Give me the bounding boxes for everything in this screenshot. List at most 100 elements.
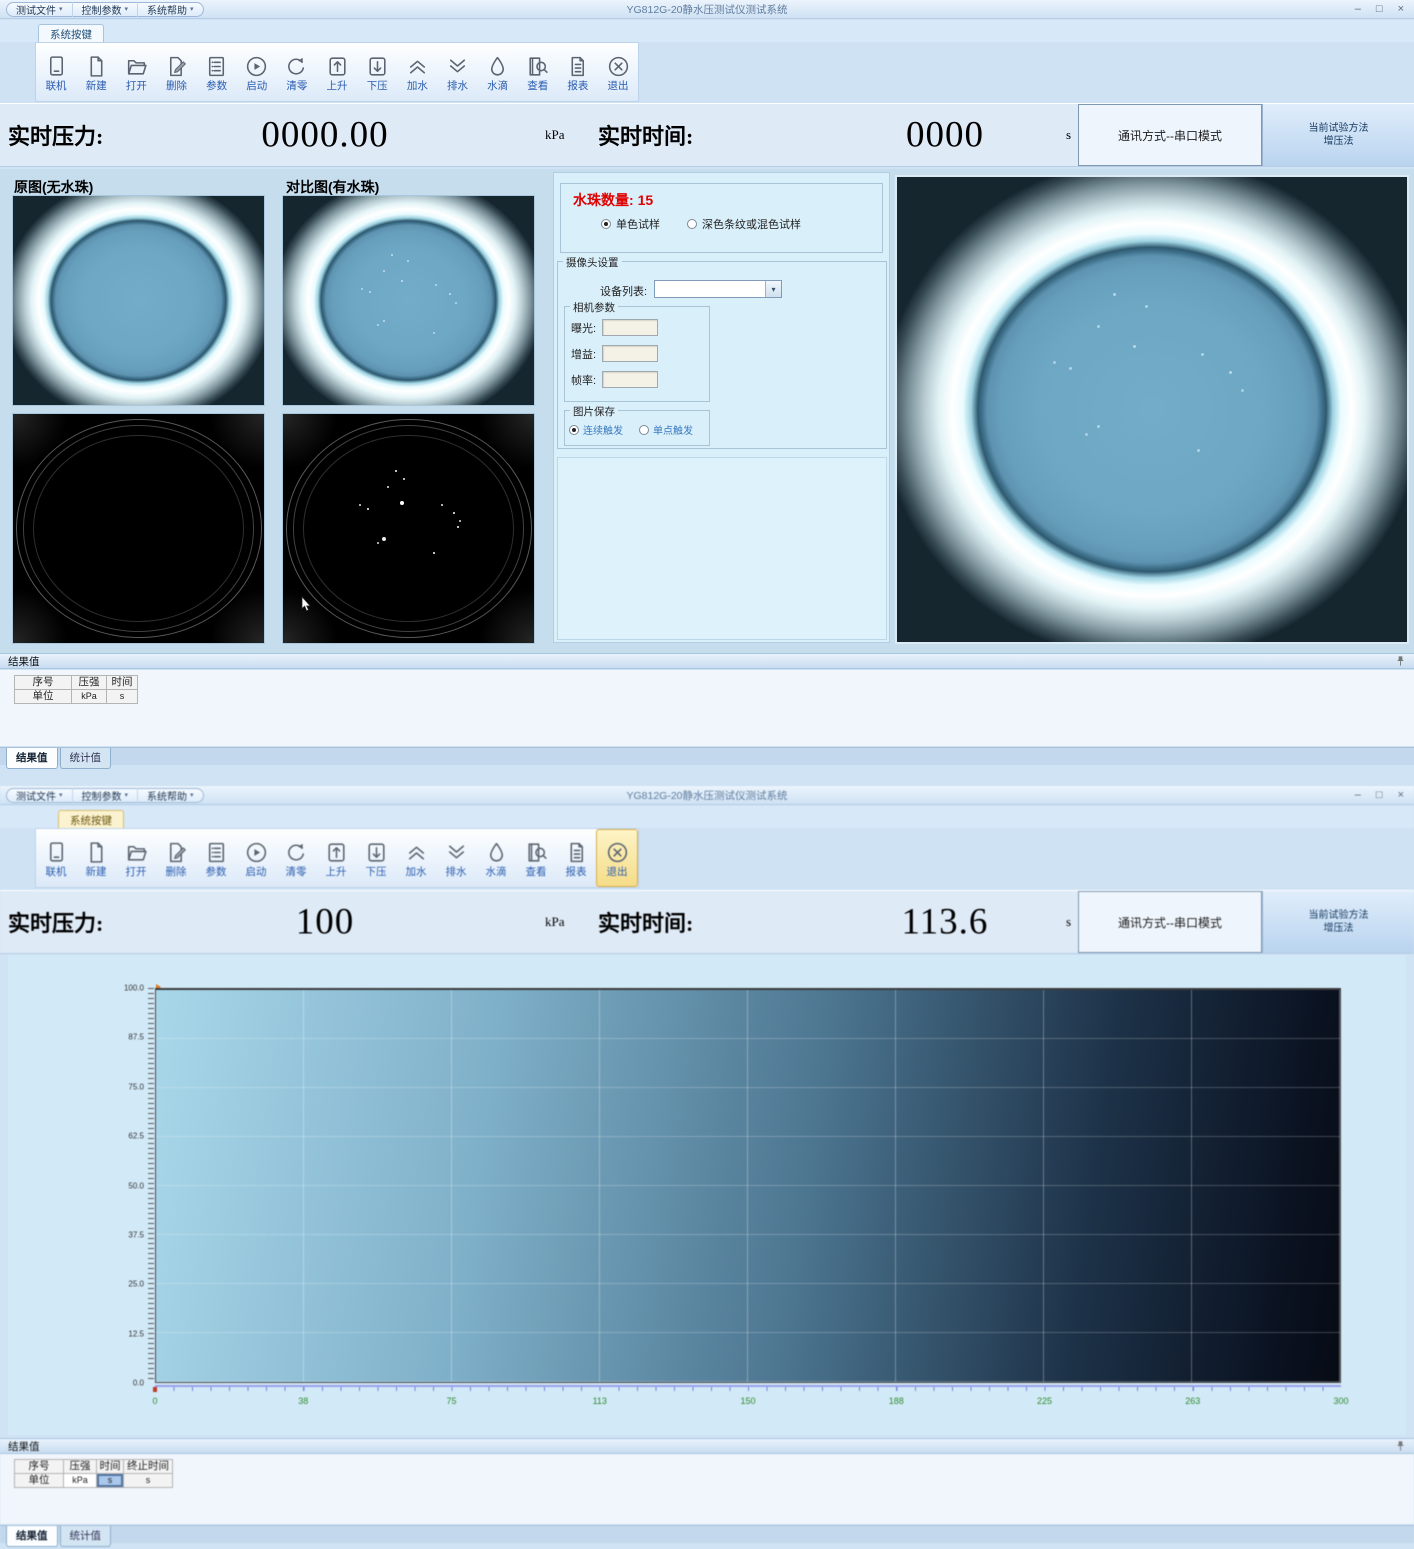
toolbar-button-parameters[interactable]: 参数 (196, 829, 236, 887)
radio-icon (687, 219, 697, 229)
close-button[interactable]: × (1398, 788, 1404, 803)
toolbar-button-reset-zero[interactable]: 清零 (276, 829, 316, 887)
toolbar-button-water-drop[interactable]: 水滴 (476, 829, 516, 887)
tab-statistic-values[interactable]: 统计值 (60, 1526, 112, 1547)
pin-icon[interactable] (1395, 1440, 1406, 1452)
toolbar-button-rise[interactable]: 上升 (316, 829, 356, 887)
chevron-down-icon[interactable] (765, 281, 781, 297)
device-list-combobox[interactable] (654, 280, 782, 298)
close-button[interactable]: × (1398, 2, 1404, 17)
toolbar-button-add-water[interactable]: 加水 (396, 829, 436, 887)
comm-mode-button[interactable]: 通讯方式--串口模式 (1078, 104, 1262, 166)
device-list-row: 设备列表: (558, 280, 886, 300)
time-label: 实时时间: (598, 119, 693, 151)
toolbar-button-connect[interactable]: 联机 (36, 43, 76, 101)
menu-test-file[interactable]: 测试文件 (7, 788, 73, 803)
fabric-dish (283, 196, 534, 405)
y-tick: 25.0 (128, 1280, 144, 1289)
toolbar-button-reset-zero[interactable]: 清零 (277, 43, 317, 101)
empty-panel (557, 457, 887, 640)
time-value: 0000 (790, 114, 1100, 157)
radio-label: 连续触发 (583, 422, 623, 437)
toolbar-button-water-drop[interactable]: 水滴 (478, 43, 518, 101)
menu-bar: 测试文件 控制参数 系统帮助 (6, 2, 204, 17)
toolbar-button-press-down[interactable]: 下压 (357, 43, 397, 101)
play-circle-icon (244, 840, 269, 865)
framerate-input[interactable] (602, 371, 658, 388)
window-controls: – □ × (1355, 2, 1404, 17)
results-panel-title: 结果值 (8, 1439, 40, 1454)
toolbar-button-report[interactable]: 报表 (558, 43, 598, 101)
menu-system-help[interactable]: 系统帮助 (138, 788, 203, 803)
minimize-button[interactable]: – (1355, 2, 1361, 17)
toolbar-button-start[interactable]: 启动 (237, 43, 277, 101)
pin-icon[interactable] (1395, 655, 1406, 667)
toolbar-button-rise[interactable]: 上升 (317, 43, 357, 101)
pressure-time-chart: 100.0 87.5 75.0 62.5 50.0 37.5 25.0 12.5… (8, 955, 1406, 1435)
tab-statistic-values[interactable]: 统计值 (60, 748, 112, 769)
minimize-button[interactable]: – (1355, 788, 1361, 803)
detected-droplet-dots (283, 414, 285, 416)
toolbar-button-new[interactable]: 新建 (76, 43, 116, 101)
unit-cell-selected[interactable]: s (96, 1473, 124, 1488)
toolbar-button-delete[interactable]: 删除 (156, 43, 196, 101)
toolbar-button-start[interactable]: 启动 (236, 829, 276, 887)
toolbar-button-report[interactable]: 报表 (556, 829, 596, 887)
toolbar-button-exit[interactable]: 退出 (596, 829, 638, 887)
menu-test-file[interactable]: 测试文件 (7, 2, 73, 17)
toolbar-label: 退出 (607, 866, 628, 878)
comm-mode-button[interactable]: 通讯方式--串口模式 (1078, 891, 1262, 953)
parameters-list-icon (204, 840, 229, 865)
toolbar-label: 联机 (46, 80, 67, 92)
new-file-icon (84, 54, 109, 79)
table-unit-row: 单位 kPa s (14, 689, 138, 704)
exposure-input[interactable] (602, 319, 658, 336)
toolbar-button-delete[interactable]: 删除 (156, 829, 196, 887)
exposure-label: 曝光: (571, 320, 596, 336)
radio-continuous-trigger[interactable]: 连续触发 (569, 422, 623, 437)
toolbar-button-press-down[interactable]: 下压 (356, 829, 396, 887)
menu-control-params[interactable]: 控制参数 (73, 788, 139, 803)
toolbar-label: 打开 (126, 80, 147, 92)
toolbar-button-add-water[interactable]: 加水 (397, 43, 437, 101)
status-row: 实时压力: 0000.00 kPa 实时时间: 0000 s 通讯方式--串口模… (0, 103, 1414, 167)
mouse-cursor-icon (301, 596, 312, 612)
toolbar-button-open[interactable]: 打开 (116, 829, 156, 887)
toolbar-label: 查看 (527, 80, 548, 92)
y-tick: 50.0 (128, 1181, 144, 1190)
pressure-label: 实时压力: (8, 906, 103, 938)
toolbar-button-open[interactable]: 打开 (116, 43, 156, 101)
radio-dark-striped-sample[interactable]: 深色条纹或混色试样 (687, 216, 801, 232)
toolbar-button-connect[interactable]: 联机 (36, 829, 76, 887)
y-tick: 87.5 (128, 1033, 144, 1042)
toolbar-button-parameters[interactable]: 参数 (197, 43, 237, 101)
picture-save-group: 图片保存 连续触发 单点触发 (564, 410, 710, 446)
toolbar-button-view[interactable]: 查看 (518, 43, 558, 101)
maximize-button[interactable]: □ (1376, 788, 1383, 803)
y-tick: 37.5 (128, 1230, 144, 1239)
menu-system-help[interactable]: 系统帮助 (138, 2, 203, 17)
test-method-button[interactable]: 当前试验方法 增压法 (1262, 891, 1414, 953)
maximize-button[interactable]: □ (1376, 2, 1383, 17)
toolbar-label: 新建 (86, 866, 107, 878)
results-panel-title: 结果值 (8, 654, 40, 669)
tab-result-values[interactable]: 结果值 (6, 748, 58, 769)
gain-input[interactable] (602, 345, 658, 362)
x-tick: 150 (740, 1396, 755, 1406)
double-chevron-up-icon (404, 840, 429, 865)
pressure-label: 实时压力: (8, 119, 103, 151)
toolbar-button-exit[interactable]: 退出 (598, 43, 638, 101)
toolbar-label: 加水 (406, 866, 427, 878)
reset-arrow-icon (284, 54, 309, 79)
toolbar-button-drain-water[interactable]: 排水 (437, 43, 477, 101)
radio-single-trigger[interactable]: 单点触发 (639, 422, 693, 437)
tab-result-values[interactable]: 结果值 (6, 1526, 58, 1547)
droplet-count-label: 水珠数量: (573, 192, 634, 208)
radio-monochrome-sample[interactable]: 单色试样 (601, 216, 660, 232)
toolbar-button-new[interactable]: 新建 (76, 829, 116, 887)
toolbar-button-view[interactable]: 查看 (516, 829, 556, 887)
arrow-down-box-icon (365, 54, 390, 79)
menu-control-params[interactable]: 控制参数 (73, 2, 139, 17)
toolbar-button-drain-water[interactable]: 排水 (436, 829, 476, 887)
test-method-button[interactable]: 当前试验方法 增压法 (1262, 104, 1414, 166)
